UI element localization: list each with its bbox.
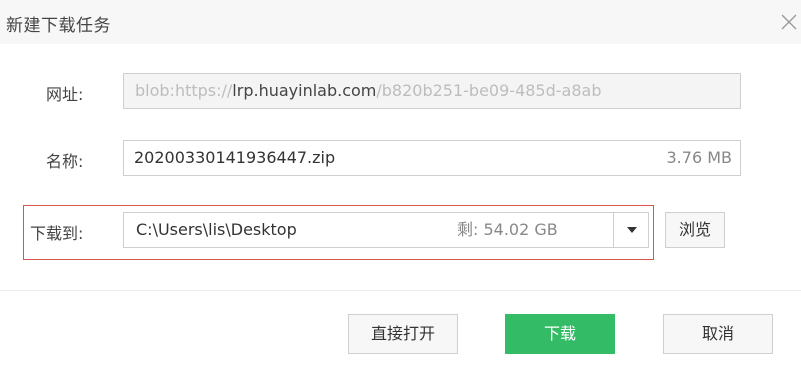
close-icon[interactable] — [780, 13, 798, 31]
dialog-title: 新建下载任务 — [6, 16, 111, 36]
save-path-field[interactable]: C:\Users\lis\Desktop 剩: 54.02 GB — [123, 212, 614, 248]
path-dropdown-button[interactable] — [613, 212, 649, 248]
save-to-label: 下载到: — [30, 224, 84, 243]
browse-button[interactable]: 浏览 — [665, 212, 725, 248]
chevron-down-icon — [627, 227, 637, 233]
name-label: 名称: — [46, 152, 84, 171]
url-host: lrp.huayinlab.com — [232, 81, 377, 100]
download-button[interactable]: 下载 — [505, 314, 615, 354]
filename-input[interactable]: 20200330141936447.zip 3.76 MB — [123, 140, 741, 176]
url-label: 网址: — [46, 85, 84, 104]
open-directly-button[interactable]: 直接打开 — [348, 314, 458, 354]
filename-value: 20200330141936447.zip — [134, 148, 336, 167]
dialog-titlebar: 新建下载任务 — [0, 0, 801, 44]
url-suffix: /b820b251-be09-485d-a8ab — [376, 81, 602, 100]
footer-divider — [0, 290, 801, 291]
save-path-value: C:\Users\lis\Desktop — [136, 220, 297, 239]
cancel-button[interactable]: 取消 — [663, 314, 773, 354]
url-prefix: blob:https:// — [135, 81, 233, 100]
free-space: 剩: 54.02 GB — [457, 220, 558, 239]
url-field[interactable]: blob:https://lrp.huayinlab.com/b820b251-… — [123, 73, 741, 109]
file-size: 3.76 MB — [666, 148, 733, 167]
